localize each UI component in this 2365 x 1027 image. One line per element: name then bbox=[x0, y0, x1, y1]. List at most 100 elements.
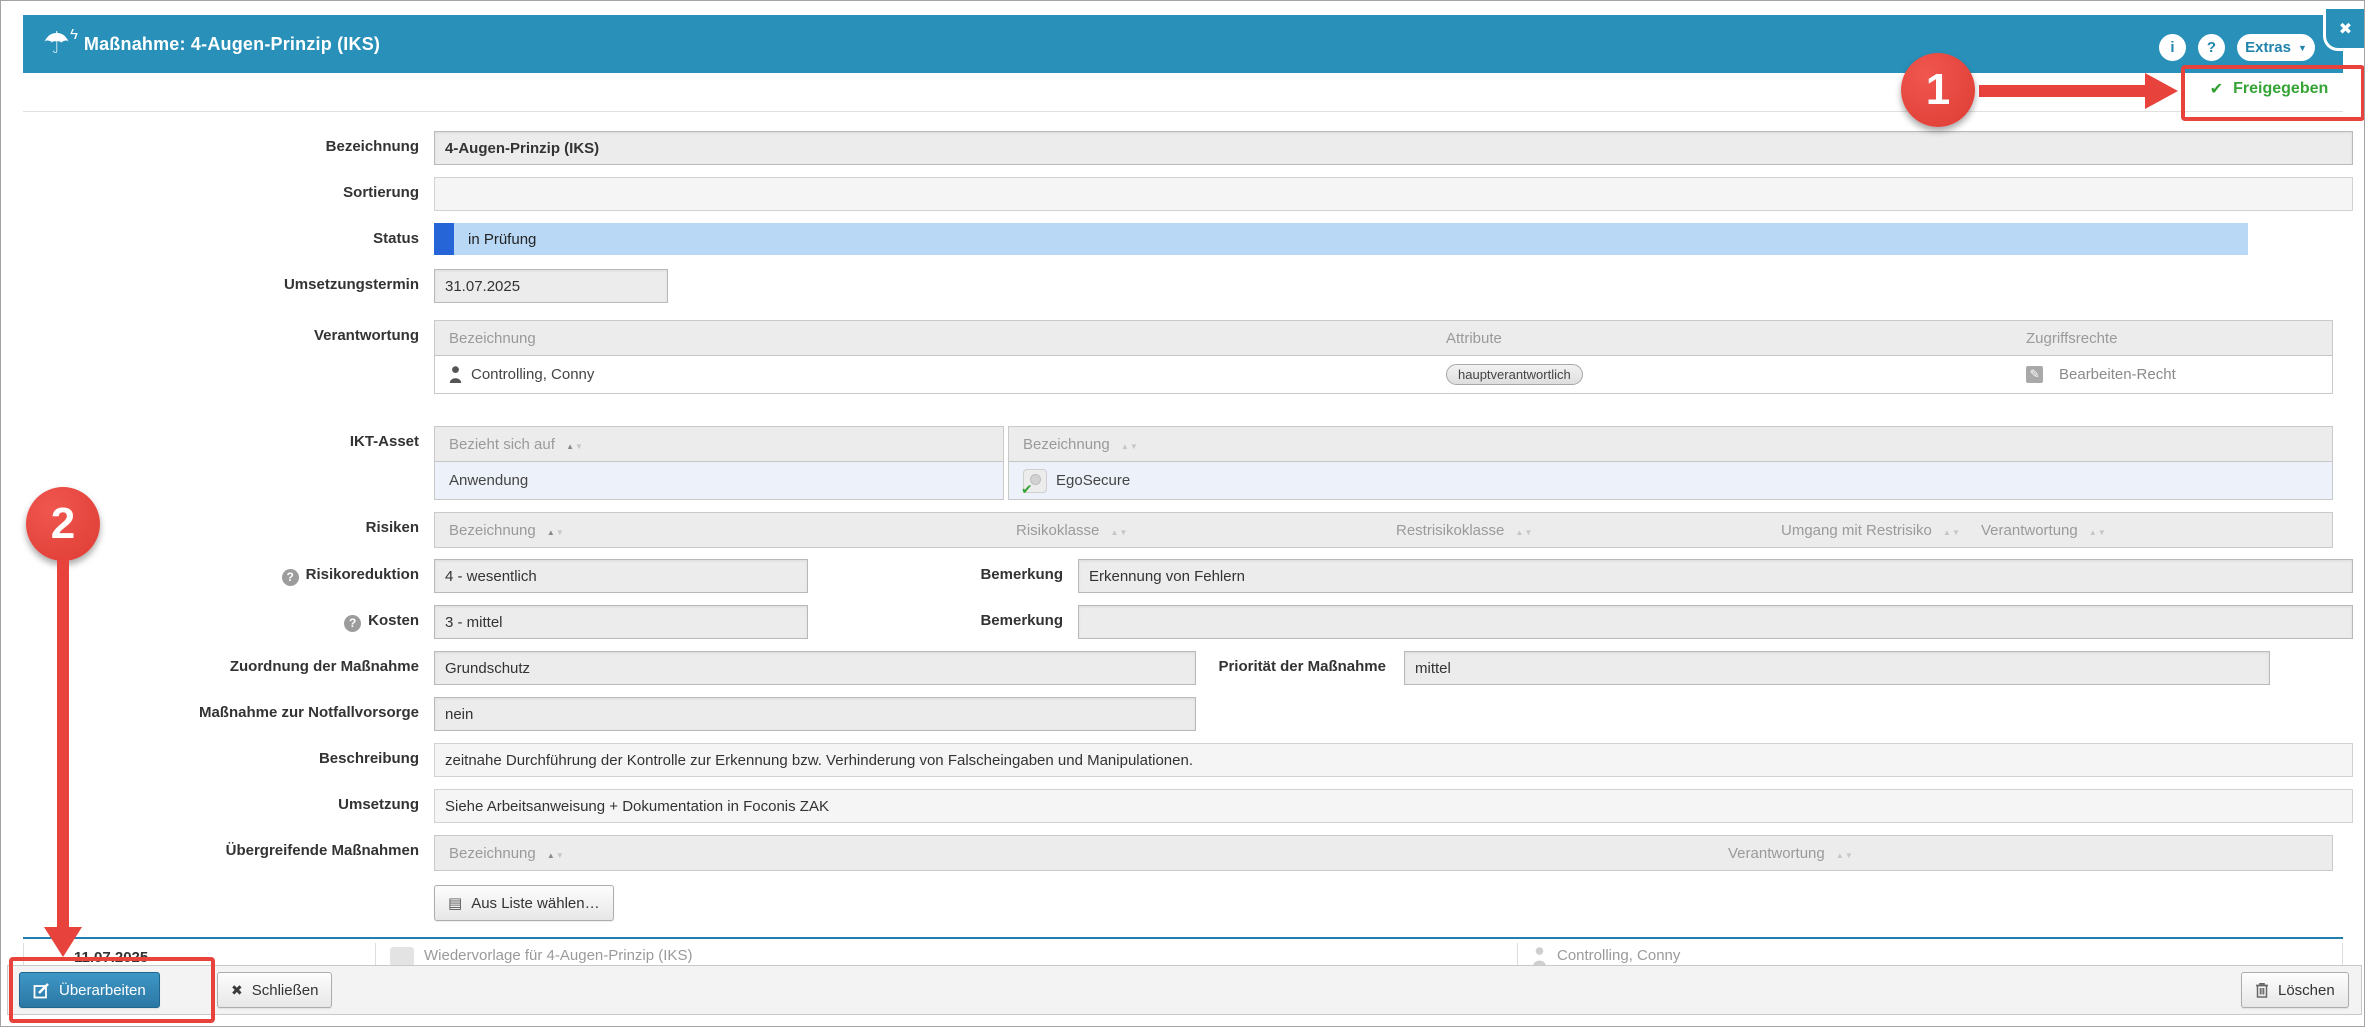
divider bbox=[23, 111, 2343, 112]
sort-asc-icon: ▲ bbox=[1943, 528, 1952, 537]
list-icon: ▤ bbox=[448, 894, 462, 912]
ikt-asset-table-right: Bezeichnung ▲▼ ✔ EgoSecure bbox=[1008, 426, 2333, 500]
attribute-badge: hauptverantwortlich bbox=[1446, 364, 1583, 385]
zuordnung-field[interactable]: Grundschutz bbox=[434, 651, 1196, 685]
column-header-sortable[interactable]: Verantwortung ▲▼ bbox=[1967, 522, 2332, 539]
umbrella-icon: ☂ϟ bbox=[43, 29, 70, 59]
sortierung-field[interactable] bbox=[434, 177, 2353, 211]
asset-name: EgoSecure bbox=[1056, 472, 1130, 489]
prioritaet-field[interactable]: mittel bbox=[1404, 651, 2270, 685]
beschreibung-field[interactable]: zeitnahe Durchführung der Kontrolle zur … bbox=[434, 743, 2353, 777]
choose-from-list-button[interactable]: ▤ Aus Liste wählen… bbox=[434, 885, 614, 921]
callout-1-arrow bbox=[1979, 85, 2145, 97]
risikoreduktion-field[interactable]: 4 - wesentlich bbox=[434, 559, 808, 593]
sort-asc-icon: ▲ bbox=[1836, 851, 1845, 860]
callout-2-arrowhead bbox=[44, 927, 82, 957]
wiedervorlage-person: Controlling, Conny bbox=[1557, 947, 1680, 964]
sort-asc-icon: ▲ bbox=[2089, 528, 2098, 537]
column-header-sortable[interactable]: Bezeichnung ▲▼ bbox=[435, 522, 1002, 539]
status-field[interactable]: in Prüfung bbox=[434, 223, 2248, 255]
sort-desc-icon: ▼ bbox=[2098, 528, 2107, 537]
verantwortung-table-header: Bezeichnung Attribute Zugriffsrechte bbox=[435, 321, 2332, 356]
sortierung-label: Sortierung bbox=[1, 177, 419, 209]
section-divider bbox=[23, 937, 2343, 939]
ikt-asset-table-left: Bezieht sich auf ▲▼ Anwendung bbox=[434, 426, 1004, 500]
footer-bar bbox=[7, 965, 2362, 1015]
bemerkung-label-1: Bemerkung bbox=[921, 559, 1063, 591]
info-button[interactable]: i bbox=[2159, 34, 2186, 61]
application-icon: ✔ bbox=[1023, 469, 1047, 493]
status-color-block bbox=[434, 223, 454, 255]
window-title: Maßnahme: 4-Augen-Prinzip (IKS) bbox=[84, 34, 380, 55]
sort-desc-icon: ▼ bbox=[575, 442, 584, 451]
column-header: Zugriffsrechte bbox=[2012, 330, 2332, 347]
close-button[interactable]: ✖ bbox=[2323, 9, 2365, 51]
kosten-field[interactable]: 3 - mittel bbox=[434, 605, 808, 639]
close-icon: ✖ bbox=[231, 982, 243, 999]
sort-asc-icon: ▲ bbox=[547, 851, 556, 860]
umsetzungstermin-field[interactable]: 31.07.2025 bbox=[434, 269, 668, 303]
sort-desc-icon: ▼ bbox=[1524, 528, 1533, 537]
highlight-box-ueberarbeiten bbox=[9, 957, 215, 1023]
help-button[interactable]: ? bbox=[2198, 34, 2225, 61]
column-header-sortable[interactable]: Verantwortung ▲▼ bbox=[1714, 845, 2332, 862]
table-row[interactable]: Anwendung bbox=[435, 462, 1003, 499]
reminder-icon bbox=[390, 947, 414, 966]
status-value: in Prüfung bbox=[454, 231, 536, 248]
edit-right-icon: ✎ bbox=[2026, 366, 2043, 383]
bezeichnung-field[interactable]: 4-Augen-Prinzip (IKS) bbox=[434, 131, 2353, 165]
verantwortung-table: Bezeichnung Attribute Zugriffsrechte Con… bbox=[434, 320, 2333, 394]
sort-asc-icon: ▲ bbox=[1121, 442, 1130, 451]
sort-desc-icon: ▼ bbox=[1119, 528, 1128, 537]
column-header-sortable[interactable]: Umgang mit Restrisiko ▲▼ bbox=[1767, 522, 1967, 539]
notfallvorsorge-field[interactable]: nein bbox=[434, 697, 1196, 731]
help-bubble-icon[interactable]: ? bbox=[282, 569, 299, 586]
umsetzung-field[interactable]: Siehe Arbeitsanweisung + Dokumentation i… bbox=[434, 789, 2353, 823]
risiken-table: Bezeichnung ▲▼ Risikoklasse ▲▼ Restrisik… bbox=[434, 512, 2333, 548]
sort-desc-icon: ▼ bbox=[1130, 442, 1139, 451]
callout-2-circle: 2 bbox=[26, 487, 100, 561]
table-row[interactable]: ✔ EgoSecure bbox=[1009, 462, 2332, 499]
lightning-icon: ϟ bbox=[70, 20, 78, 50]
table-row[interactable]: Controlling, Conny hauptverantwortlich ✎… bbox=[435, 356, 2332, 393]
person-icon bbox=[449, 366, 462, 383]
help-bubble-icon[interactable]: ? bbox=[344, 615, 361, 632]
column-header-sortable[interactable]: Risikoklasse ▲▼ bbox=[1002, 522, 1382, 539]
uebergreifend-table: Bezeichnung ▲▼ Verantwortung ▲▼ bbox=[434, 835, 2333, 871]
loeschen-button[interactable]: Löschen bbox=[2241, 972, 2349, 1008]
asset-type: Anwendung bbox=[449, 472, 528, 489]
status-label: Status bbox=[1, 223, 419, 255]
chevron-down-icon: ▼ bbox=[2298, 43, 2307, 53]
window-titlebar: ☂ϟ Maßnahme: 4-Augen-Prinzip (IKS) bbox=[23, 15, 2343, 73]
check-icon: ✔ bbox=[1021, 481, 1033, 493]
person-icon bbox=[1532, 947, 1547, 966]
responsible-name: Controlling, Conny bbox=[471, 366, 594, 383]
column-header-sortable[interactable]: Bezieht sich auf ▲▼ bbox=[435, 436, 1003, 453]
sort-desc-icon: ▼ bbox=[556, 851, 565, 860]
sort-asc-icon: ▲ bbox=[547, 528, 556, 537]
callout-1-arrowhead bbox=[2145, 73, 2178, 109]
column-header: Bezeichnung bbox=[435, 330, 1432, 347]
ikt-asset-label: IKT-Asset bbox=[1, 426, 419, 458]
column-header-sortable[interactable]: Bezeichnung ▲▼ bbox=[435, 845, 1714, 862]
column-header: Attribute bbox=[1432, 330, 2012, 347]
highlight-box-approved bbox=[2181, 65, 2365, 121]
wiedervorlage-text: Wiedervorlage für 4-Augen-Prinzip (IKS) bbox=[424, 947, 692, 964]
modal-window: ☂ϟ Maßnahme: 4-Augen-Prinzip (IKS) i ? E… bbox=[0, 0, 2365, 1027]
column-header-sortable[interactable]: Bezeichnung ▲▼ bbox=[1009, 436, 2332, 453]
callout-2-arrow bbox=[57, 557, 69, 929]
sort-asc-icon: ▲ bbox=[566, 442, 575, 451]
extras-label: Extras bbox=[2245, 39, 2291, 56]
sort-desc-icon: ▼ bbox=[1952, 528, 1961, 537]
access-right-label: Bearbeiten-Recht bbox=[2059, 366, 2176, 383]
schliessen-button[interactable]: ✖ Schließen bbox=[217, 972, 332, 1008]
extras-button[interactable]: Extras ▼ bbox=[2237, 34, 2315, 61]
sort-desc-icon: ▼ bbox=[1845, 851, 1854, 860]
kosten-bemerkung-field[interactable] bbox=[1078, 605, 2353, 639]
umsetzungstermin-label: Umsetzungstermin bbox=[1, 269, 419, 301]
bemerkung-label-2: Bemerkung bbox=[921, 605, 1063, 637]
column-header-sortable[interactable]: Restrisikoklasse ▲▼ bbox=[1382, 522, 1767, 539]
trash-icon bbox=[2255, 982, 2269, 998]
callout-1-circle: 1 bbox=[1901, 53, 1975, 127]
risikoreduktion-bemerkung-field[interactable]: Erkennung von Fehlern bbox=[1078, 559, 2353, 593]
